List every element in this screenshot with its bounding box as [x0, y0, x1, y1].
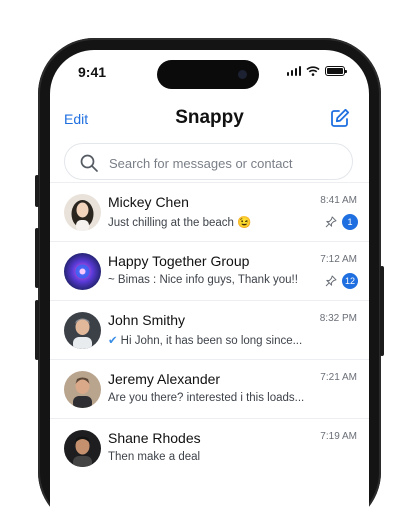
chat-name: Mickey Chen: [108, 194, 189, 210]
chat-time: 7:21 AM: [320, 372, 357, 383]
avatar: [64, 371, 101, 408]
compose-icon[interactable]: [329, 107, 351, 129]
signal-icon: [286, 66, 301, 76]
status-time: 9:41: [78, 64, 107, 80]
status-icons: [286, 66, 347, 76]
search-icon: [80, 154, 98, 172]
action-button: [35, 175, 39, 207]
unread-badge: 12: [342, 273, 358, 289]
screen: 9:41 Edit Snappy Search for messages or …: [50, 50, 369, 528]
power-button: [380, 266, 384, 356]
wifi-icon: [306, 66, 320, 76]
volume-up-button: [35, 228, 39, 288]
chat-preview: ✔ Hi John, it has been so long since...: [108, 333, 308, 347]
volume-down-button: [35, 300, 39, 360]
chat-name: John Smithy: [108, 312, 186, 328]
chat-row-shane-rhodes[interactable]: Shane Rhodes Then make a deal 7:19 AM: [50, 418, 369, 477]
chat-preview-text: Hi John, it has been so long since...: [120, 335, 303, 347]
chat-time: 7:12 AM: [320, 254, 357, 265]
chat-name: Shane Rhodes: [108, 430, 201, 446]
chat-row-mickey-chen[interactable]: Mickey Chen Just chilling at the beach 😉…: [50, 182, 369, 241]
chat-time: 8:32 PM: [319, 313, 357, 324]
chat-row-jeremy-alexander[interactable]: Jeremy Alexander Are you there? interest…: [50, 359, 369, 418]
chat-preview: Then make a deal: [108, 451, 201, 463]
header: Edit Snappy: [50, 105, 369, 135]
chat-time: 7:19 AM: [320, 431, 357, 442]
chat-row-john-smithy[interactable]: John Smithy ✔ Hi John, it has been so lon…: [50, 300, 369, 359]
chat-preview: ~ Bimas : Nice info guys, Thank you!!: [108, 274, 298, 286]
avatar: [64, 253, 101, 290]
camera-icon: [238, 70, 247, 79]
chat-preview: Just chilling at the beach 😉: [108, 217, 252, 229]
unread-badge: 1: [342, 214, 358, 230]
avatar: [64, 194, 101, 231]
chat-list: Mickey Chen Just chilling at the beach 😉…: [50, 182, 369, 477]
page-title: Snappy: [175, 107, 244, 128]
avatar: [64, 430, 101, 467]
chat-name: Jeremy Alexander: [108, 371, 221, 387]
dynamic-island: [157, 60, 259, 89]
pin-icon: [325, 275, 337, 287]
chat-name: Happy Together Group: [108, 253, 250, 269]
battery-icon: [325, 66, 347, 76]
search-bar: [64, 143, 353, 180]
chat-row-happy-together-group[interactable]: Happy Together Group ~ Bimas : Nice info…: [50, 241, 369, 300]
chat-preview: Are you there? interested i this loads..…: [108, 392, 305, 404]
pin-icon: [325, 216, 337, 228]
chat-time: 8:41 AM: [320, 195, 357, 206]
search-input[interactable]: [107, 152, 346, 174]
phone-frame: 9:41 Edit Snappy Search for messages or …: [35, 38, 384, 528]
read-check-icon: ✔: [108, 335, 118, 347]
avatar: [64, 312, 101, 349]
